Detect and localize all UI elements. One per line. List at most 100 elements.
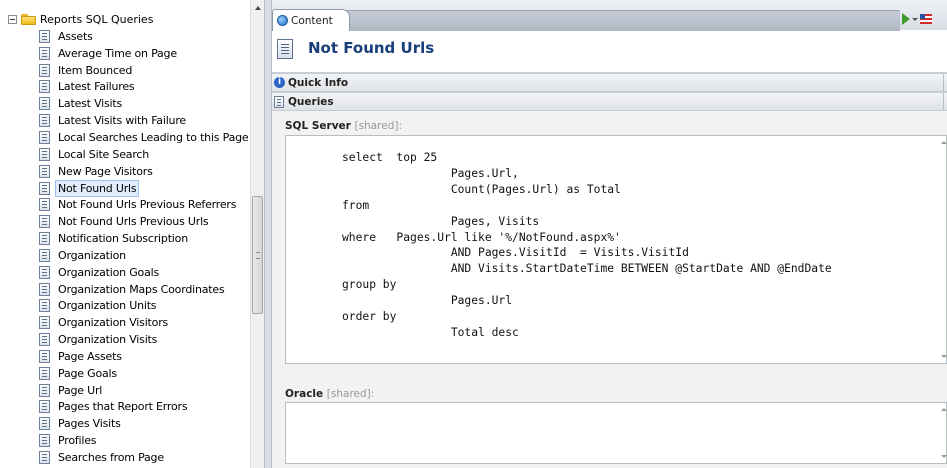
tab-content-label: Content <box>291 14 333 27</box>
tree-item-label: Latest Failures <box>58 80 135 94</box>
tree-item-label: Not Found Urls Previous Referrers <box>58 198 237 212</box>
tree-scrollbar[interactable] <box>250 0 264 468</box>
editor-tabstrip: Content <box>272 0 947 31</box>
tree-item[interactable]: Notification Subscription <box>39 230 250 247</box>
tree-item[interactable]: New Page Visitors <box>39 163 250 180</box>
report-icon <box>39 130 50 144</box>
language-flag-icon[interactable] <box>920 14 932 24</box>
tree-item-label: Item Bounced <box>58 63 133 77</box>
tree-item-label: Pages that Report Errors <box>58 400 188 414</box>
tree-item-label: New Page Visitors <box>58 164 153 178</box>
tree-item-label: Page Goals <box>58 366 117 380</box>
section-queries[interactable]: Queries <box>272 92 947 111</box>
report-icon <box>39 181 50 195</box>
tree-item-label: Organization Visitors <box>58 316 169 330</box>
report-icon <box>39 46 50 60</box>
tree-item-label: Organization Goals <box>58 265 160 279</box>
page-title: Not Found Urls <box>308 39 435 57</box>
report-icon <box>39 265 50 279</box>
report-icon <box>39 282 50 296</box>
report-icon <box>39 97 50 111</box>
tree-item[interactable]: Page Url <box>39 382 250 399</box>
section-queries-label: Queries <box>288 95 334 108</box>
tree-item[interactable]: Organization Units <box>39 298 250 315</box>
tree-item[interactable]: Organization Maps Coordinates <box>39 281 250 298</box>
sql-server-field[interactable]: select top 25 Pages.Url, Count(Pages.Url… <box>285 135 947 364</box>
pane-splitter[interactable] <box>264 0 272 468</box>
report-icon <box>39 366 50 380</box>
tree-item[interactable]: Not Found Urls <box>39 179 250 197</box>
tree-item[interactable]: Not Found Urls Previous Urls <box>39 213 250 230</box>
tree-item[interactable]: Page Goals <box>39 365 250 382</box>
tabstrip-rail <box>340 10 900 31</box>
navigate-icon[interactable] <box>902 13 910 25</box>
tree-item-label: Local Site Search <box>58 147 150 161</box>
tree-item[interactable]: Local Site Search <box>39 146 250 163</box>
tree-item[interactable]: Not Found Urls Previous Referrers <box>39 196 250 213</box>
tree-item[interactable]: Organization <box>39 247 250 264</box>
document-icon <box>274 95 284 108</box>
report-icon <box>39 383 50 397</box>
sql-server-query-text[interactable]: select top 25 Pages.Url, Count(Pages.Url… <box>342 150 832 341</box>
tree-root-label[interactable]: Reports SQL Queries <box>40 13 153 26</box>
tree-item[interactable]: Page Assets <box>39 348 250 365</box>
tree-item-list: Assets Average Time on Page Item Bounced La… <box>39 28 250 466</box>
report-icon <box>39 316 50 330</box>
section-quick-info-label: Quick Info <box>288 76 349 89</box>
chevron-down-icon[interactable] <box>912 17 918 21</box>
section-edge <box>943 93 947 110</box>
sql-server-field-name: SQL Server <box>285 120 351 132</box>
scroll-up-icon[interactable] <box>251 0 264 16</box>
oracle-label: Oracle [shared]: <box>285 388 374 400</box>
tree-item[interactable]: Organization Visits <box>39 331 250 348</box>
tree-item-label: Profiles <box>58 434 97 448</box>
content-tree: Reports SQL Queries Assets Average Time o… <box>0 0 250 468</box>
tree-item[interactable]: Item Bounced <box>39 62 250 79</box>
report-icon <box>39 434 50 448</box>
report-icon <box>39 451 50 465</box>
tree-item-label: Organization <box>58 248 126 262</box>
oracle-shared-tag: [shared]: <box>326 388 375 400</box>
tree-scroll-thumb[interactable] <box>252 196 263 314</box>
tree-item[interactable]: Pages Visits <box>39 415 250 432</box>
queries-panel: SQL Server [shared]: select top 25 Pages… <box>272 111 947 468</box>
tree-item-label: Not Found Urls <box>55 179 140 197</box>
info-icon: i <box>274 77 285 88</box>
tree-item[interactable]: Latest Visits with Failure <box>39 112 250 129</box>
tree-item[interactable]: Latest Failures <box>39 79 250 96</box>
tree-item-label: Notification Subscription <box>58 232 188 246</box>
tree-item-label: Page Assets <box>58 349 122 363</box>
report-icon <box>39 63 50 77</box>
tab-content[interactable]: Content <box>272 9 350 31</box>
tree-item-label: Latest Visits <box>58 97 123 111</box>
content-editor: Content Not Found Urls i Quick Info Quer… <box>272 0 947 468</box>
tree-item[interactable]: Latest Visits <box>39 95 250 112</box>
tree-item[interactable]: Searches from Page <box>39 449 250 466</box>
report-icon <box>39 114 50 128</box>
tree-item[interactable]: Organization Goals <box>39 264 250 281</box>
item-header: Not Found Urls <box>272 30 947 73</box>
tree-item-label: Organization Units <box>58 299 157 313</box>
report-icon <box>39 400 50 414</box>
tree-item[interactable]: Profiles <box>39 432 250 449</box>
collapse-icon[interactable] <box>8 14 17 24</box>
report-icon <box>39 29 50 43</box>
tree-root-node[interactable]: Reports SQL Queries <box>8 12 153 26</box>
tree-item[interactable]: Organization Visitors <box>39 314 250 331</box>
tree-item-label: Searches from Page <box>58 451 164 465</box>
section-edge <box>943 74 947 91</box>
report-icon <box>39 147 50 161</box>
tree-item[interactable]: Pages that Report Errors <box>39 399 250 416</box>
tree-item[interactable]: Assets <box>39 28 250 45</box>
report-icon <box>39 215 50 229</box>
tree-item-label: Local Searches Leading to this Page <box>58 130 249 144</box>
report-icon <box>39 349 50 363</box>
field-scrollbar[interactable] <box>940 403 947 463</box>
oracle-field[interactable] <box>285 402 947 464</box>
tree-item[interactable]: Average Time on Page <box>39 45 250 62</box>
report-icon <box>39 417 50 431</box>
field-scrollbar[interactable] <box>940 136 947 363</box>
globe-icon <box>277 15 288 26</box>
tree-item[interactable]: Local Searches Leading to this Page <box>39 129 250 146</box>
section-quick-info[interactable]: i Quick Info <box>272 73 947 92</box>
